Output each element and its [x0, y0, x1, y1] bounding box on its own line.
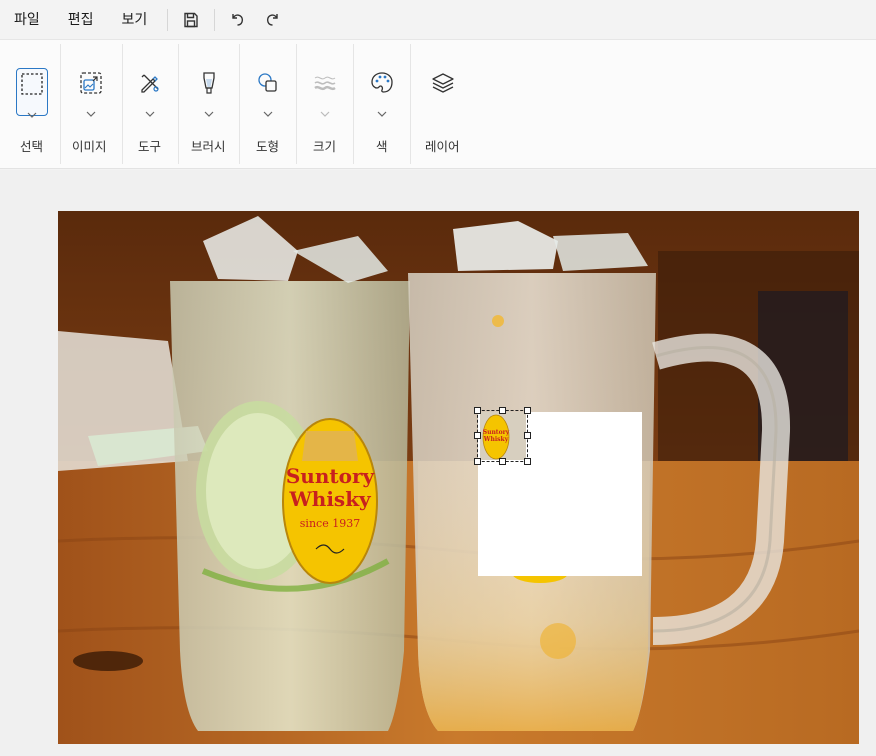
resize-handle-nw[interactable] — [474, 407, 481, 414]
ribbon-label-image: 이미지 — [72, 139, 107, 154]
resize-handle-e[interactable] — [524, 432, 531, 439]
ribbon-divider — [60, 44, 61, 164]
menu-bar: 파일 편집 보기 — [0, 0, 876, 40]
label-since: since 1937 — [300, 517, 360, 530]
photo-image: Suntory Whisky since 1937 — [58, 211, 859, 744]
selection-rect-icon — [21, 73, 43, 95]
ribbon-label-brush: 브러시 — [191, 139, 226, 154]
brush-button[interactable] — [193, 68, 225, 117]
chevron-down-icon — [377, 102, 387, 117]
layers-icon — [432, 73, 454, 93]
ribbon-divider — [353, 44, 354, 164]
chevron-down-icon — [145, 102, 155, 117]
menu-separator — [167, 8, 169, 31]
redo-button[interactable] — [255, 4, 289, 36]
selection-box[interactable] — [477, 410, 528, 462]
chevron-down-icon — [263, 102, 273, 117]
image-resize-icon — [80, 72, 102, 94]
resize-handle-s[interactable] — [499, 458, 506, 465]
resize-handle-w[interactable] — [474, 432, 481, 439]
ribbon-group-shapes: 도형 — [252, 44, 284, 164]
chevron-down-icon — [320, 102, 330, 117]
ribbon-divider — [296, 44, 297, 164]
tools-icon — [141, 74, 159, 93]
ribbon-label-size: 크기 — [313, 139, 337, 154]
ribbon-divider — [122, 44, 123, 164]
redo-icon — [267, 13, 278, 26]
menu-edit[interactable]: 편집 — [54, 0, 108, 40]
shapes-icon — [258, 73, 277, 92]
ribbon-divider — [178, 44, 179, 164]
ribbon-label-color: 색 — [376, 139, 388, 154]
undo-button[interactable] — [221, 4, 255, 36]
label-brand-line2: Whisky — [288, 487, 372, 511]
ribbon-label-tools: 도구 — [138, 139, 162, 154]
selection-button[interactable] — [16, 68, 48, 118]
resize-handle-n[interactable] — [499, 407, 506, 414]
chevron-down-icon — [86, 102, 96, 117]
drawing-canvas[interactable]: Suntory Whisky since 1937 — [58, 211, 859, 744]
ribbon-group-tools: 도구 — [134, 44, 166, 164]
ribbon-group-brush: 브러시 — [191, 44, 226, 164]
chevron-down-icon — [27, 103, 37, 118]
ribbon-group-layers: 레이어 — [425, 44, 460, 164]
save-icon — [184, 12, 198, 27]
image-button[interactable] — [75, 68, 107, 117]
ribbon-group-selection: 선택 — [16, 44, 48, 164]
resize-handle-se[interactable] — [524, 458, 531, 465]
ribbon-label-shapes: 도형 — [256, 139, 280, 154]
menu-separator — [214, 8, 216, 31]
resize-handle-ne[interactable] — [524, 407, 531, 414]
size-button[interactable] — [309, 68, 341, 117]
save-button[interactable] — [174, 4, 208, 36]
menu-file[interactable]: 파일 — [0, 0, 54, 40]
ribbon-group-size: 크기 — [309, 44, 341, 164]
color-button[interactable] — [366, 68, 398, 117]
stroke-size-icon — [314, 76, 336, 91]
layers-button[interactable] — [427, 68, 459, 116]
menu-view[interactable]: 보기 — [108, 0, 162, 40]
ribbon-group-color: 색 — [366, 44, 398, 164]
ribbon-divider — [410, 44, 411, 164]
tools-button[interactable] — [134, 68, 166, 117]
undo-icon — [232, 13, 244, 26]
palette-icon — [371, 72, 393, 93]
ribbon-label-layers: 레이어 — [425, 139, 460, 154]
label-brand-line1: Suntory — [286, 464, 376, 488]
brush-icon — [203, 72, 215, 94]
resize-handle-sw[interactable] — [474, 458, 481, 465]
ribbon-toolbar: 선택 이미지 도구 브러시 도형 크기 색 레이어 — [0, 40, 876, 169]
ribbon-divider — [239, 44, 240, 164]
ribbon-group-image: 이미지 — [72, 44, 107, 164]
ribbon-label-selection: 선택 — [20, 139, 44, 154]
shapes-button[interactable] — [252, 68, 284, 117]
chevron-down-icon — [204, 102, 214, 117]
